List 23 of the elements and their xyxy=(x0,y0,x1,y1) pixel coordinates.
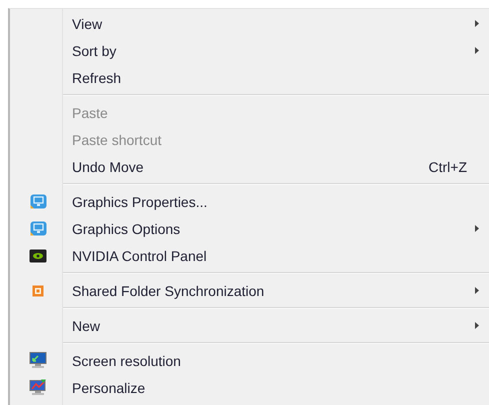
menu-item[interactable]: View xyxy=(10,10,489,37)
shortcut-label: Ctrl+Z xyxy=(428,158,467,174)
menu-item[interactable]: Undo Move Ctrl+Z xyxy=(10,153,489,180)
submenu-arrow-icon xyxy=(475,47,479,54)
folder-sync-icon xyxy=(32,284,44,296)
submenu-arrow-icon xyxy=(475,20,479,27)
submenu-arrow-icon xyxy=(475,225,479,232)
display-brush-icon xyxy=(29,379,47,396)
submenu-arrow-icon xyxy=(475,322,479,329)
menu-item[interactable]: NVIDIA Control Panel xyxy=(10,242,489,269)
menu-item[interactable]: Personalize xyxy=(10,374,489,401)
menu-item[interactable]: New xyxy=(10,312,489,339)
submenu-arrow-icon xyxy=(475,287,479,294)
menu-item[interactable]: Shared Folder Synchronization xyxy=(10,277,489,304)
menu-item[interactable]: Screen resolution xyxy=(10,347,489,374)
monitor-icon xyxy=(30,221,46,236)
menu-item[interactable]: Refresh xyxy=(10,64,489,91)
eye-logo-icon xyxy=(29,248,47,262)
menu-item[interactable]: Sort by xyxy=(10,37,489,64)
monitor-icon xyxy=(30,194,46,209)
display-icon xyxy=(29,352,47,369)
menu-item[interactable]: Graphics Properties... xyxy=(10,188,489,215)
menu-item[interactable]: Graphics Options xyxy=(10,215,489,242)
